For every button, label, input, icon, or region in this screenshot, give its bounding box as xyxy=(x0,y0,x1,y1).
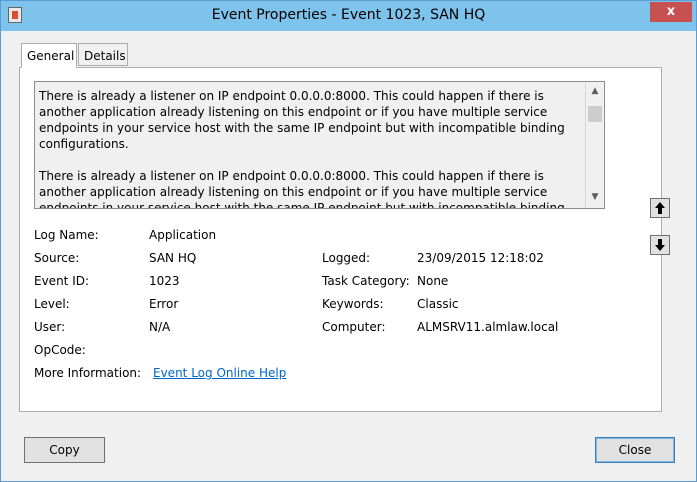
more-information-label: More Information: xyxy=(34,366,142,380)
log-name-label: Log Name: xyxy=(34,228,99,242)
event-id-label: Event ID: xyxy=(34,274,90,288)
close-window-button[interactable]: x xyxy=(650,2,692,22)
user-value: N/A xyxy=(149,320,171,334)
event-log-online-help-link[interactable]: Event Log Online Help xyxy=(153,366,286,380)
scroll-down-icon[interactable]: ▼ xyxy=(590,192,600,202)
arrow-down-icon xyxy=(655,239,665,251)
computer-value: ALMSRV11.almlaw.local xyxy=(417,320,559,334)
close-button[interactable]: Close xyxy=(595,437,675,463)
scroll-thumb[interactable] xyxy=(588,106,602,122)
logged-label: Logged: xyxy=(322,251,371,265)
window-title: Event Properties - Event 1023, SAN HQ xyxy=(211,7,486,23)
level-value: Error xyxy=(149,297,179,311)
user-label: User: xyxy=(34,320,66,334)
previous-event-button[interactable] xyxy=(650,198,670,218)
event-properties-window: Event Properties - Event 1023, SAN HQ x … xyxy=(0,0,697,482)
opcode-label: OpCode: xyxy=(34,343,86,357)
next-event-button[interactable] xyxy=(650,235,670,255)
copy-button[interactable]: Copy xyxy=(24,437,105,463)
tab-details[interactable]: Details xyxy=(78,43,128,66)
computer-label: Computer: xyxy=(322,320,386,334)
arrow-up-icon xyxy=(655,202,665,214)
description-box[interactable]: There is already a listener on IP endpoi… xyxy=(34,81,605,209)
keywords-label: Keywords: xyxy=(322,297,384,311)
source-label: Source: xyxy=(34,251,80,265)
source-value: SAN HQ xyxy=(149,251,197,265)
logged-value: 23/09/2015 12:18:02 xyxy=(417,251,544,265)
scroll-up-icon[interactable]: ▲ xyxy=(590,86,600,96)
task-category-value: None xyxy=(417,274,449,288)
tab-general[interactable]: General xyxy=(21,43,77,68)
log-name-value: Application xyxy=(149,228,217,242)
level-label: Level: xyxy=(34,297,70,311)
event-id-value: 1023 xyxy=(149,274,180,288)
event-description: There is already a listener on IP endpoi… xyxy=(39,89,565,209)
task-category-label: Task Category: xyxy=(322,274,410,288)
keywords-value: Classic xyxy=(417,297,459,311)
title-bar[interactable]: Event Properties - Event 1023, SAN HQ x xyxy=(1,1,696,31)
description-scrollbar[interactable]: ▲ ▼ xyxy=(585,82,604,208)
